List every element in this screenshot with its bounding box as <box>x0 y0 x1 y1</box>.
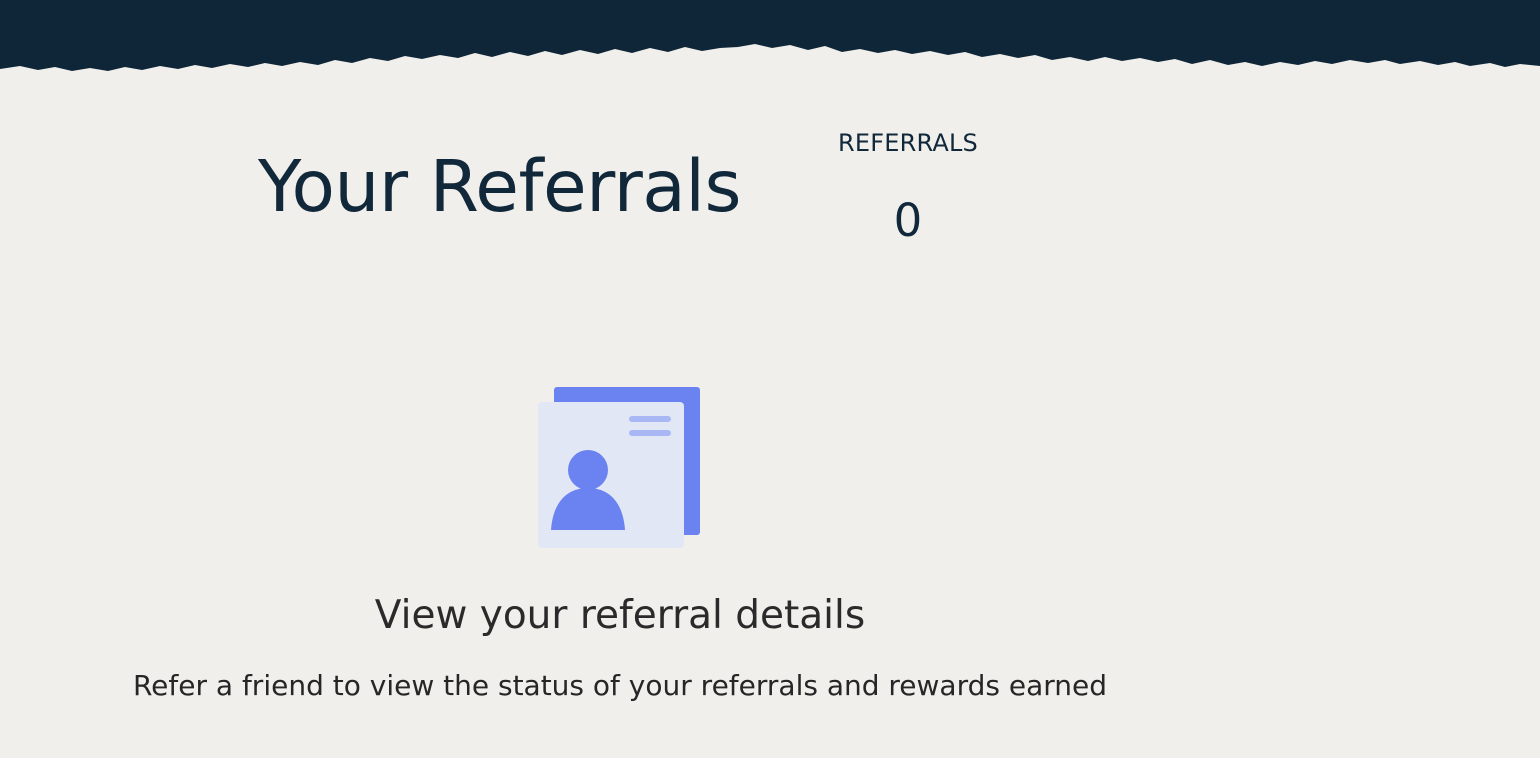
referrals-stat: REFERRALS 0 <box>820 124 996 246</box>
page-title: Your Referrals <box>258 145 742 228</box>
referrals-stat-value: 0 <box>893 194 923 247</box>
empty-state-message: Refer a friend to view the status of you… <box>132 669 1108 702</box>
header-banner <box>0 0 1540 80</box>
empty-state-heading: View your referral details <box>374 593 866 638</box>
contact-card-icon <box>537 386 703 552</box>
referrals-stat-label: REFERRALS <box>837 129 978 157</box>
